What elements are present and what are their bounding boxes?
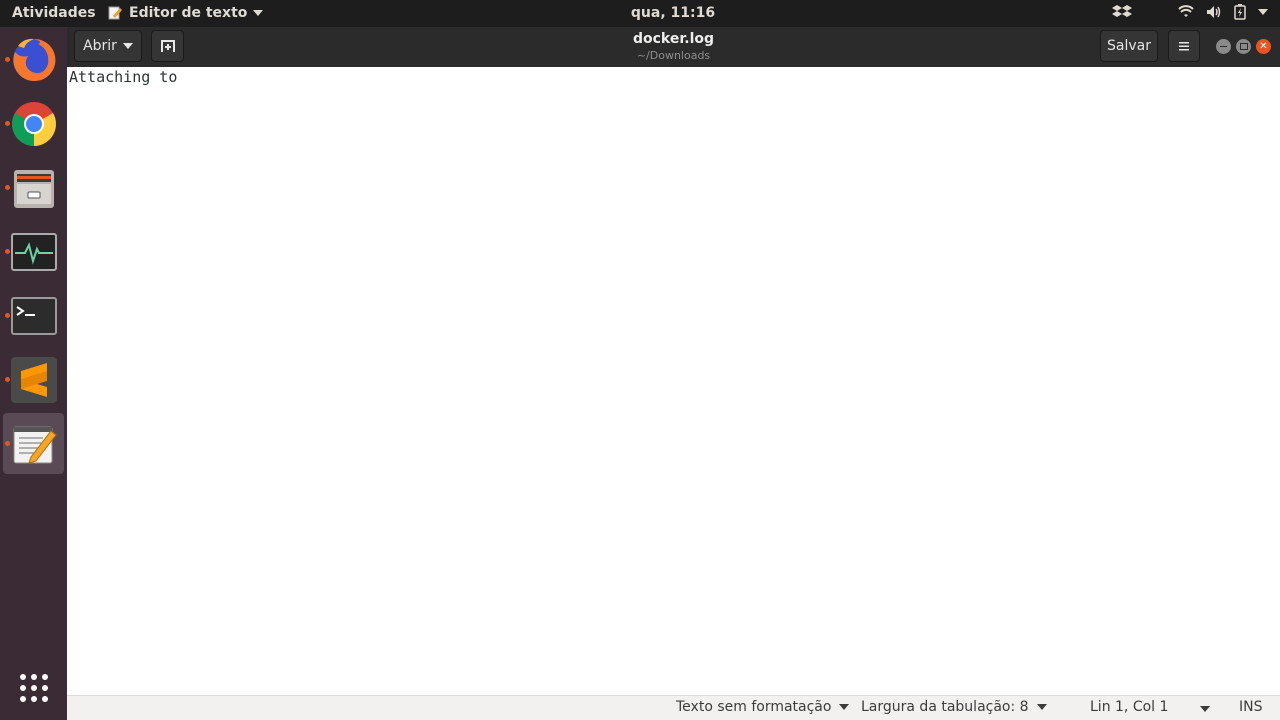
insert-mode-indicator: INS [1239,699,1263,715]
clock[interactable]: qua, 11:16 [0,5,1280,21]
system-monitor-icon [10,232,57,271]
save-button-label: Salvar [1107,38,1151,54]
save-button[interactable]: Salvar [1100,30,1158,62]
hamburger-menu-button[interactable] [1168,30,1200,62]
volume-icon[interactable] [1206,4,1222,20]
show-applications-icon [19,673,48,702]
running-indicator [5,185,10,190]
running-indicator [5,377,10,382]
dock-show-applications[interactable] [3,657,64,718]
dock-chrome[interactable] [3,93,64,154]
top-panel: Atividades Editor de texto qua, 11:16 [0,0,1280,27]
terminal-icon [10,296,57,335]
close-button[interactable]: ✕ [1256,39,1271,54]
running-indicator [5,249,10,254]
maximize-button[interactable] [1236,39,1251,54]
firefox-icon [12,38,55,81]
dock-sublime-text[interactable] [3,349,64,410]
hamburger-menu-icon [1179,42,1189,51]
cursor-position-selector[interactable]: Lin 1, Col 1 [1090,699,1210,715]
files-icon [13,169,54,208]
syntax-selector[interactable]: Texto sem formatação [676,699,850,715]
chrome-icon [11,101,56,146]
insert-mode-label: INS [1239,699,1263,715]
minimize-button[interactable] [1216,39,1231,54]
status-bar: Texto sem formatação Largura da tabulaçã… [67,695,1280,720]
header-bar: Abrir docker.log ~/Downloads Salvar ✕ [67,27,1280,67]
chevron-down-icon [1036,704,1047,710]
text-editor-icon [13,426,57,464]
running-indicator [5,441,10,446]
dropbox-icon[interactable] [1112,4,1132,20]
maximize-icon [1239,43,1248,50]
document-title: docker.log [632,31,715,47]
close-icon: ✕ [1259,41,1268,52]
tab-width-selector[interactable]: Largura da tabulação: 8 [861,699,1047,715]
running-indicator [5,121,10,126]
dock-system-monitor[interactable] [3,221,64,282]
system-menu-chevron-icon[interactable] [1258,9,1268,15]
running-indicator [5,57,10,62]
chevron-down-icon [1200,706,1210,712]
editor-content[interactable]: Attaching to [69,68,177,86]
document-path: ~/Downloads [636,49,711,62]
syntax-label: Texto sem formatação [676,699,832,715]
dock [0,27,67,720]
battery-icon[interactable] [1234,4,1246,20]
cursor-position-label: Lin 1, Col 1 [1090,699,1169,715]
chevron-down-icon [839,704,850,710]
tab-width-label: Largura da tabulação: 8 [861,699,1029,715]
editor-area[interactable]: Attaching to [67,67,1280,695]
wifi-icon[interactable] [1178,4,1194,20]
dock-text-editor[interactable] [3,413,64,474]
dock-firefox[interactable] [3,29,64,90]
sublime-text-icon [10,356,57,403]
dock-terminal[interactable] [3,285,64,346]
dock-files[interactable] [3,157,64,218]
system-tray[interactable] [1112,4,1268,20]
running-indicator [5,313,10,318]
minimize-icon [1220,45,1227,48]
